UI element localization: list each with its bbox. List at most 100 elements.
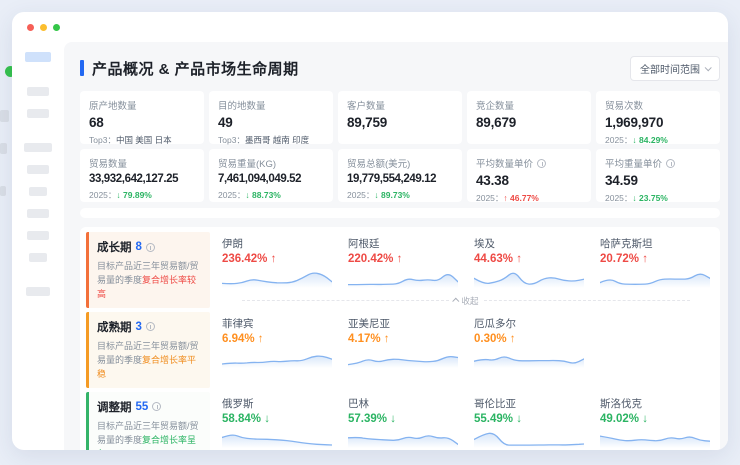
stat-subline: Top3：墨西哥 越南 印度 [218, 134, 324, 146]
info-icon[interactable] [152, 402, 161, 411]
stat-card: 平均重量单价34.592025：↓ 23.75% [596, 149, 720, 202]
country-name: 哈萨克斯坦 [600, 236, 710, 251]
stat-change: ↓ 23.75% [632, 193, 667, 203]
background-bar [0, 186, 6, 196]
stat-value: 43.38 [476, 173, 582, 188]
stat-subline: 2025：↓ 23.75% [605, 192, 711, 204]
stat-value: 68 [89, 115, 195, 130]
stage-description: 目标产品近三年贸易额/贸易量的季度复合增长率呈负 [97, 420, 202, 450]
country-name: 斯洛伐克 [600, 396, 710, 411]
country-change: 0.30% ↑ [474, 333, 584, 345]
info-icon[interactable] [146, 322, 155, 331]
country-card: 埃及 44.63% ↑ [474, 236, 584, 292]
country-card: 斯洛伐克 49.02% ↓ [600, 396, 710, 450]
sidebar-item[interactable] [26, 287, 50, 296]
stage-block: 调整期55目标产品近三年贸易额/贸易量的季度复合增长率呈负 [86, 392, 210, 450]
trend-sparkline [348, 266, 458, 288]
country-change: 4.17% ↑ [348, 333, 458, 345]
stage-count: 8 [136, 241, 142, 253]
stat-subline: Top3：中国 美国 日本 [89, 134, 195, 146]
stat-card: 原产地数量68Top3：中国 美国 日本 [80, 91, 204, 144]
country-card: 阿根廷220.42% ↑ [348, 236, 458, 292]
chevron-down-icon [705, 64, 712, 71]
trend-sparkline [348, 426, 458, 448]
country-name: 哥伦比亚 [474, 396, 584, 411]
stat-card: 贸易总额(美元)19,779,554,249.122025：↓ 89.73% [338, 149, 462, 202]
stat-label: 贸易重量(KG) [218, 156, 276, 170]
country-change: 44.63% ↑ [474, 253, 584, 265]
country-name: 埃及 [474, 236, 584, 251]
info-icon[interactable] [537, 159, 546, 168]
country-card: 厄瓜多尔0.30% ↑ [474, 316, 584, 388]
trend-sparkline [600, 266, 710, 288]
lifecycle-row: 成熟期3目标产品近三年贸易额/贸易量的季度复合增长率平稳菲律宾6.94% ↑亚美… [86, 312, 714, 388]
sidebar-item[interactable] [29, 187, 47, 196]
country-name: 伊朗 [222, 236, 332, 251]
country-change: 57.39% ↓ [348, 413, 458, 425]
stage-name: 成熟期 [97, 319, 132, 335]
country-change: 49.02% ↓ [600, 413, 710, 425]
background-bar [0, 143, 7, 154]
country-name: 菲律宾 [222, 316, 332, 331]
stat-value: 7,461,094,049.52 [218, 173, 324, 185]
trend-sparkline [474, 346, 584, 368]
sidebar-item[interactable] [27, 109, 49, 118]
app-window: 产品概况 & 产品市场生命周期 全部时间范围 原产地数量68Top3：中国 美国… [12, 12, 728, 450]
sidebar-item[interactable] [27, 231, 49, 240]
main-panel: 产品概况 & 产品市场生命周期 全部时间范围 原产地数量68Top3：中国 美国… [64, 42, 728, 450]
stat-change: ↓ 79.89% [116, 190, 151, 200]
title-accent-bar [80, 60, 84, 76]
country-card: 亚美尼亚4.17% ↑ [348, 316, 458, 388]
stat-subline: 2025：↑ 46.77% [476, 192, 582, 204]
stat-change: ↓ 88.73% [245, 190, 280, 200]
collapse-toggle[interactable]: 收起 [242, 295, 690, 307]
info-icon[interactable] [146, 243, 155, 252]
stat-change: ↓ 89.73% [374, 190, 409, 200]
trend-sparkline [222, 266, 332, 288]
collapsed-section-bar [80, 208, 720, 218]
stage-block: 成长期8目标产品近三年贸易额/贸易量的季度复合增长率较高 [86, 232, 210, 308]
country-change: 236.42% ↑ [222, 253, 332, 265]
stat-change: ↑ 46.77% [503, 193, 538, 203]
window-titlebar [12, 12, 728, 42]
close-button[interactable] [27, 24, 34, 31]
sidebar-item[interactable] [24, 143, 52, 152]
stat-label: 贸易总额(美元) [347, 156, 410, 170]
stat-card: 竞企数量89,679 [467, 91, 591, 144]
lifecycle-row: 成长期8目标产品近三年贸易额/贸易量的季度复合增长率较高伊朗236.42% ↑阿… [86, 232, 714, 308]
time-range-button[interactable]: 全部时间范围 [630, 56, 720, 81]
stage-countries: 伊朗236.42% ↑阿根廷220.42% ↑埃及44.63% ↑哈萨克斯坦20… [222, 236, 710, 292]
sidebar-item[interactable] [27, 165, 49, 174]
stat-label: 目的地数量 [218, 98, 266, 112]
stat-label: 贸易次数 [605, 98, 643, 112]
trend-sparkline [348, 346, 458, 368]
stat-value: 1,969,970 [605, 115, 711, 130]
country-change: 6.94% ↑ [222, 333, 332, 345]
stat-label: 客户数量 [347, 98, 385, 112]
stat-card: 目的地数量49Top3：墨西哥 越南 印度 [209, 91, 333, 144]
country-change: 58.84% ↓ [222, 413, 332, 425]
lifecycle-card: 成长期8目标产品近三年贸易额/贸易量的季度复合增长率较高伊朗236.42% ↑阿… [80, 227, 720, 450]
zoom-button[interactable] [53, 24, 60, 31]
stat-subline: 2025：↓ 89.73% [347, 189, 453, 201]
trend-sparkline [222, 346, 332, 368]
country-card: 菲律宾 6.94% ↑ [222, 316, 332, 388]
sidebar-item[interactable] [29, 253, 47, 262]
stat-value: 89,759 [347, 115, 453, 130]
trend-sparkline [474, 266, 584, 288]
chevron-up-icon [452, 298, 459, 305]
sidebar-item[interactable] [25, 52, 51, 62]
info-icon[interactable] [666, 159, 675, 168]
minimize-button[interactable] [40, 24, 47, 31]
trend-sparkline [600, 426, 710, 448]
sidebar-item[interactable] [27, 87, 49, 96]
stage-count: 55 [136, 401, 149, 413]
country-card: 伊朗 236.42% ↑ [222, 236, 332, 292]
time-range-label: 全部时间范围 [640, 61, 700, 76]
stat-card: 贸易次数1,969,9702025：↓ 84.29% [596, 91, 720, 144]
sidebar-item[interactable] [27, 209, 49, 218]
stat-subline: 2025：↓ 88.73% [218, 189, 324, 201]
sidebar [12, 46, 64, 450]
country-change: 220.42% ↑ [348, 253, 458, 265]
stage-description: 目标产品近三年贸易额/贸易量的季度复合增长率较高 [97, 260, 202, 302]
